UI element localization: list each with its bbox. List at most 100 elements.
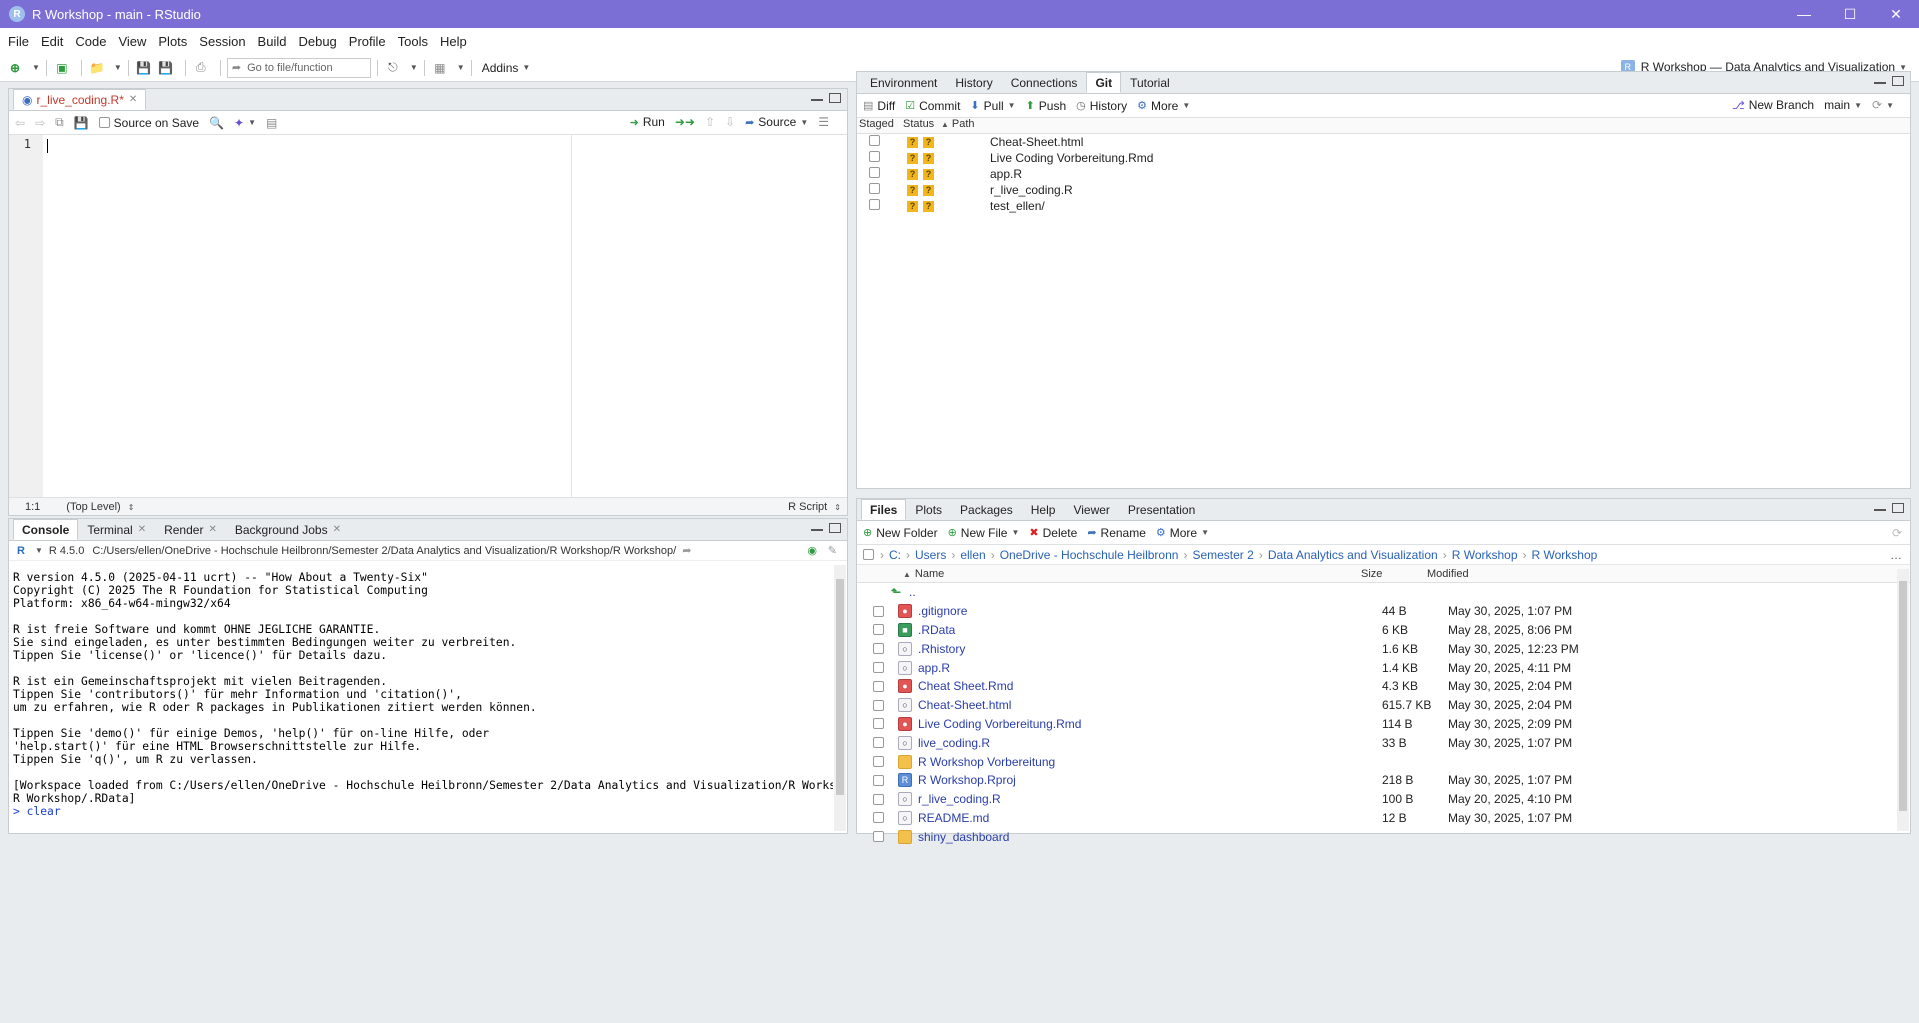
new-project-icon[interactable]: ▣ [53,59,71,77]
commit-button[interactable]: ☑ Commit [905,99,960,113]
file-name[interactable]: R Workshop.Rproj [918,773,1382,787]
git-file-row[interactable]: ?? Cheat-Sheet.html [857,134,1910,150]
source-on-save-checkbox[interactable] [98,117,110,128]
rename-button[interactable]: ➦ Rename [1087,526,1146,540]
forward-arrow-icon[interactable]: ⇨ [35,116,45,130]
version-control-icon[interactable]: ⎋ [384,59,402,77]
git-file-row[interactable]: ?? Live Coding Vorbereitung.Rmd [857,150,1910,166]
minimize-button[interactable]: — [1781,0,1827,28]
file-row[interactable]: ● Live Coding Vorbereitung.Rmd 114 B May 30… [857,715,1910,734]
maximize-pane-icon[interactable] [829,93,841,103]
stage-checkbox[interactable] [869,167,880,178]
git-file-row[interactable]: ?? test_ellen/ [857,198,1910,214]
new-branch-button[interactable]: ⎇ New Branch [1732,98,1814,112]
file-select-checkbox[interactable] [873,643,884,655]
diff-button[interactable]: ▤ Diff [863,99,895,113]
git-file-row[interactable]: ?? r_live_coding.R [857,182,1910,198]
file-row[interactable]: ○ .Rhistory 1.6 KB May 30, 2025, 12:23 PM [857,639,1910,658]
file-row[interactable]: ■ .RData 6 KB May 28, 2025, 8:06 PM [857,621,1910,640]
close-icon[interactable]: ✕ [208,524,216,535]
delete-button[interactable]: ✖ Delete [1029,526,1077,540]
tab-connections[interactable]: Connections [1002,72,1087,93]
file-select-checkbox[interactable] [873,605,884,617]
file-name[interactable]: app.R [918,661,1382,675]
close-icon[interactable]: ✕ [129,94,137,105]
file-row[interactable]: R Workshop Vorbereitung [857,752,1910,771]
files-more-button[interactable]: ⚙ More ▼ [1156,526,1209,540]
refresh-icon[interactable]: ⟳ [1892,526,1902,540]
stage-checkbox[interactable] [869,199,880,210]
minimize-pane-icon[interactable] [1874,503,1886,511]
file-name[interactable]: .Rhistory [918,642,1382,656]
tab-history[interactable]: History [946,72,1001,93]
go-to-directory-icon[interactable]: ➦ [682,544,691,557]
status-column-header[interactable]: Status [901,118,941,133]
scrollbar-thumb[interactable] [1899,581,1907,811]
path-column-header[interactable]: ▲ Path [941,118,975,133]
chevron-down-icon[interactable]: ▼ [114,63,122,72]
file-type-selector[interactable]: R Script ⇕ [788,501,841,513]
maximize-button[interactable]: ☐ [1827,0,1873,28]
open-folder-icon[interactable]: 📁 [88,59,106,77]
code-tools-wand-icon[interactable]: ✦ ▼ [234,116,256,130]
stage-checkbox[interactable] [869,135,880,146]
stage-checkbox[interactable] [869,183,880,194]
back-arrow-icon[interactable]: ⇦ [15,116,25,130]
refresh-icon[interactable]: ⟳ ▼ [1872,98,1894,112]
close-window-button[interactable]: ✕ [1873,0,1919,28]
tab-background-jobs[interactable]: Background Jobs ✕ [226,519,350,540]
breadcrumb-item[interactable]: R Workshop [1452,548,1518,562]
r-logo-icon[interactable]: R [17,545,25,557]
close-icon[interactable]: ✕ [333,524,341,535]
close-icon[interactable]: ✕ [138,524,146,535]
scope-selector[interactable]: (Top Level) ⇕ [66,501,134,513]
source-button[interactable]: ➦ Source ▼ [745,115,808,129]
file-row[interactable]: ○ app.R 1.4 KB May 20, 2025, 4:11 PM [857,658,1910,677]
file-select-checkbox[interactable] [873,793,884,805]
breadcrumb-item[interactable]: Semester 2 [1192,548,1253,562]
file-select-checkbox[interactable] [873,831,884,843]
more-options-icon[interactable]: … [1890,548,1902,562]
tab-render[interactable]: Render ✕ [155,519,226,540]
save-all-icon[interactable]: 💾 [157,59,175,77]
breadcrumb-item[interactable]: ellen [960,548,985,562]
select-all-checkbox[interactable] [863,549,874,560]
chevron-down-icon[interactable]: ▼ [410,63,418,72]
save-icon[interactable]: 💾 [74,116,89,130]
push-button[interactable]: ⬆ Push [1026,99,1067,113]
file-row[interactable]: ○ README.md 12 B May 30, 2025, 1:07 PM [857,809,1910,828]
file-row[interactable]: R R Workshop.Rproj 218 B May 30, 2025, 1:07… [857,771,1910,790]
stage-checkbox[interactable] [869,151,880,162]
maximize-pane-icon[interactable] [1892,76,1904,86]
chevron-down-icon[interactable]: ▼ [522,63,530,72]
addins-menu[interactable]: Addins [482,61,519,75]
file-row[interactable]: ○ Cheat-Sheet.html 615.7 KB May 30, 2025, 2… [857,696,1910,715]
parent-directory-row[interactable]: ⬑ .. [857,583,1910,602]
code-editor[interactable]: 1 [9,135,847,497]
tab-tutorial[interactable]: Tutorial [1121,72,1179,93]
maximize-pane-icon[interactable] [829,523,841,533]
name-column-header[interactable]: ▲ Name [903,568,1361,580]
file-select-checkbox[interactable] [873,680,884,692]
file-select-checkbox[interactable] [873,662,884,674]
chevron-down-icon[interactable]: ▼ [35,546,43,555]
file-select-checkbox[interactable] [873,624,884,636]
breadcrumb-item[interactable]: Data Analytics and Visualization [1268,548,1438,562]
compile-report-icon[interactable]: ▤ [266,116,277,130]
menu-edit[interactable]: Edit [41,34,63,49]
tab-viewer[interactable]: Viewer [1064,499,1118,520]
file-name[interactable]: Cheat Sheet.Rmd [918,679,1382,693]
clear-console-broom-icon[interactable]: ✎ [828,544,837,557]
new-folder-button[interactable]: ⊕ New Folder [863,526,938,540]
file-name[interactable]: README.md [918,811,1382,825]
file-select-checkbox[interactable] [873,737,884,749]
new-file-button[interactable]: ⊕ New File ▼ [948,526,1020,540]
tab-packages[interactable]: Packages [951,499,1022,520]
minimize-pane-icon[interactable] [811,523,823,531]
file-name[interactable]: Cheat-Sheet.html [918,698,1382,712]
staged-column-header[interactable]: Staged [857,118,901,133]
up-arrow-icon[interactable]: ⇧ [705,115,715,129]
rerun-icon[interactable]: ➜➜ [675,115,695,129]
file-row[interactable]: ● .gitignore 44 B May 30, 2025, 1:07 PM [857,602,1910,621]
git-file-row[interactable]: ?? app.R [857,166,1910,182]
